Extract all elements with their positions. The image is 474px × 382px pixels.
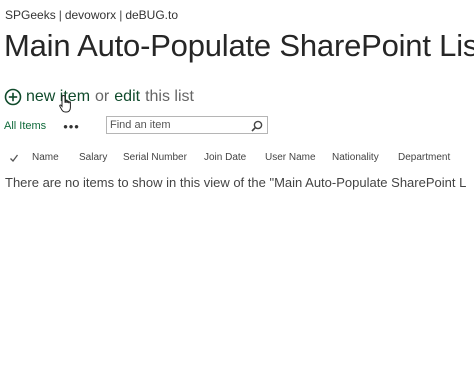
search-input[interactable] [110,117,245,133]
column-header-user-name[interactable]: User Name [265,152,316,163]
breadcrumb-item-devoworx[interactable]: devoworx [65,8,116,22]
breadcrumb-separator: | [58,8,62,22]
column-header-salary[interactable]: Salary [79,152,107,163]
breadcrumb-item-debug[interactable]: deBUG.to [125,8,178,22]
breadcrumb-item-spgeeks[interactable]: SPGeeks [5,8,56,22]
breadcrumb: SPGeeks | devoworx | deBUG.to [5,8,178,22]
page-title: Main Auto-Populate SharePoint List [4,28,474,63]
search-icon[interactable] [251,119,263,132]
new-item-action-row: new item or edit this list [4,86,194,108]
breadcrumb-separator: | [119,8,123,22]
search-box [106,116,268,134]
column-header-name[interactable]: Name [32,152,59,163]
plus-circle-icon[interactable] [4,88,22,106]
column-header-serial-number[interactable]: Serial Number [123,152,187,163]
more-options-icon[interactable]: ••• [63,119,80,134]
empty-list-message: There are no items to show in this view … [5,175,467,190]
column-header-department[interactable]: Department [398,152,450,163]
column-header-join-date[interactable]: Join Date [204,152,246,163]
this-list-text: this list [145,88,194,105]
column-header-nationality[interactable]: Nationality [332,152,379,163]
edit-link[interactable]: edit [114,88,140,106]
hand-pointer-icon [58,94,74,114]
checkmark-icon[interactable] [9,153,19,163]
or-text: or [95,88,110,105]
view-selector-row: All Items ••• [4,116,80,136]
view-all-items[interactable]: All Items [4,120,46,132]
